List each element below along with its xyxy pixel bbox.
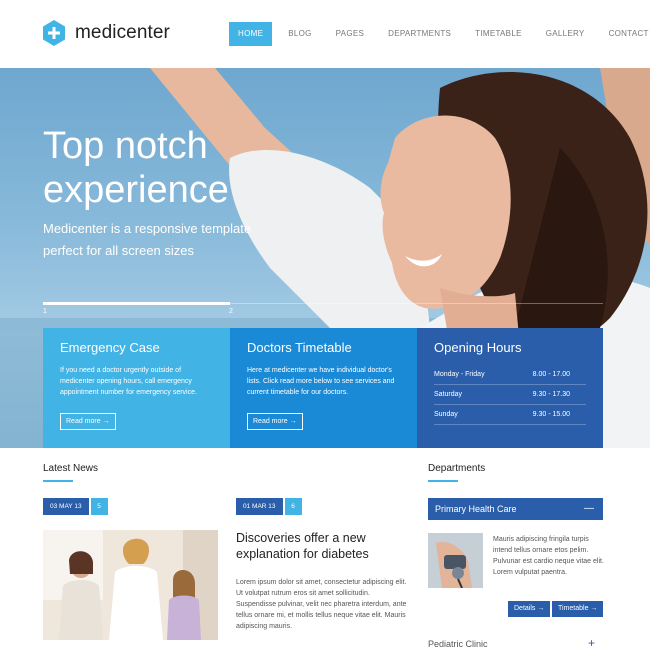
hours-row: Saturday 9.30 - 17.30 — [434, 385, 586, 405]
latest-news-heading: Latest News — [43, 463, 99, 474]
hero-subtitle: Medicenter is a responsive template perf… — [43, 218, 283, 262]
emergency-read-more-button[interactable]: Read more → — [60, 413, 116, 430]
details-button[interactable]: Details → — [508, 601, 551, 617]
departments-underline — [428, 480, 458, 482]
emergency-text: If you need a doctor urgently outside of… — [60, 367, 197, 396]
timetable-title: Doctors Timetable — [247, 340, 352, 355]
department-image — [428, 533, 483, 588]
hours-day: Saturday — [434, 391, 463, 398]
news-date-badge: 01 MAR 13 6 — [236, 498, 302, 515]
news-date: 03 MAY 13 — [43, 498, 89, 515]
brand-name: medicenter — [75, 22, 170, 43]
slide-number-2[interactable]: 2 — [229, 308, 233, 315]
site-header: medicenter HOME BLOG PAGES DEPARTMENTS T… — [0, 0, 650, 68]
timetable-read-more-button[interactable]: Read more → — [247, 413, 303, 430]
emergency-title: Emergency Case — [60, 340, 160, 355]
nav-timetable[interactable]: TIMETABLE — [475, 22, 522, 46]
latest-news-underline — [43, 480, 73, 482]
news-excerpt: Lorem ipsum dolor sit amet, consectetur … — [236, 579, 407, 630]
slider-active-indicator[interactable] — [43, 302, 230, 305]
nav-contact[interactable]: CONTACT — [609, 22, 649, 46]
comment-count[interactable]: 6 — [284, 498, 302, 515]
hours-row: Monday - Friday 8.00 - 17.00 — [434, 365, 586, 385]
hero-title-line-2: experience — [43, 169, 229, 211]
news-date-badge: 03 MAY 13 5 — [43, 498, 108, 515]
timetable-box: Doctors Timetable Here at medicenter we … — [230, 328, 417, 448]
department-accordion-open[interactable]: Primary Health Care — — [428, 498, 603, 520]
logo[interactable]: medicenter — [43, 20, 170, 46]
hours-day: Monday - Friday — [434, 371, 485, 378]
hero-subtitle-line-1: Medicenter is a responsive template — [43, 221, 252, 236]
hours-row: Sunday 9.30 - 15.00 — [434, 405, 586, 425]
comment-count[interactable]: 5 — [90, 498, 108, 515]
collapse-icon[interactable]: — — [584, 498, 594, 520]
slide-number-1[interactable]: 1 — [43, 308, 47, 315]
timetable-button[interactable]: Timetable → — [552, 601, 604, 617]
hero-title: Top notch experience — [43, 124, 343, 212]
nav-pages[interactable]: PAGES — [336, 22, 364, 46]
hours-day: Sunday — [434, 411, 458, 418]
opening-hours-title: Opening Hours — [434, 340, 522, 355]
opening-hours-box: Opening Hours Monday - Friday 8.00 - 17.… — [417, 328, 603, 448]
nav-departments[interactable]: DEPARTMENTS — [388, 22, 451, 46]
blood-pressure-image — [428, 533, 483, 588]
nav-blog[interactable]: BLOG — [288, 22, 311, 46]
department-description: Mauris adipiscing fringila turpis intend… — [493, 536, 604, 576]
hours-time: 9.30 - 17.30 — [532, 391, 570, 398]
hero-subtitle-line-2: perfect for all screen sizes — [43, 243, 195, 258]
hero-title-line-1: Top notch — [43, 125, 208, 167]
doctor-patient-image — [43, 530, 218, 640]
nav-home[interactable]: HOME — [229, 22, 273, 46]
news-date: 01 MAR 13 — [236, 498, 283, 515]
hours-time: 8.00 - 17.00 — [532, 371, 570, 378]
department-accordion-pediatric[interactable]: Pediatric Clinic — [428, 639, 488, 649]
medical-cross-icon — [43, 20, 65, 46]
emergency-box: Emergency Case If you need a doctor urge… — [43, 328, 230, 448]
expand-icon[interactable]: + — [588, 636, 595, 650]
timetable-text: Here at medicenter we have individual do… — [247, 367, 395, 396]
news-image[interactable] — [43, 530, 218, 640]
news-title[interactable]: Discoveries offer a new explanation for … — [236, 530, 406, 562]
main-nav: HOME BLOG PAGES DEPARTMENTS TIMETABLE GA… — [229, 22, 649, 46]
nav-gallery[interactable]: GALLERY — [546, 22, 585, 46]
departments-heading: Departments — [428, 463, 486, 474]
hours-time: 9.30 - 15.00 — [532, 411, 570, 418]
department-title: Primary Health Care — [435, 504, 517, 514]
